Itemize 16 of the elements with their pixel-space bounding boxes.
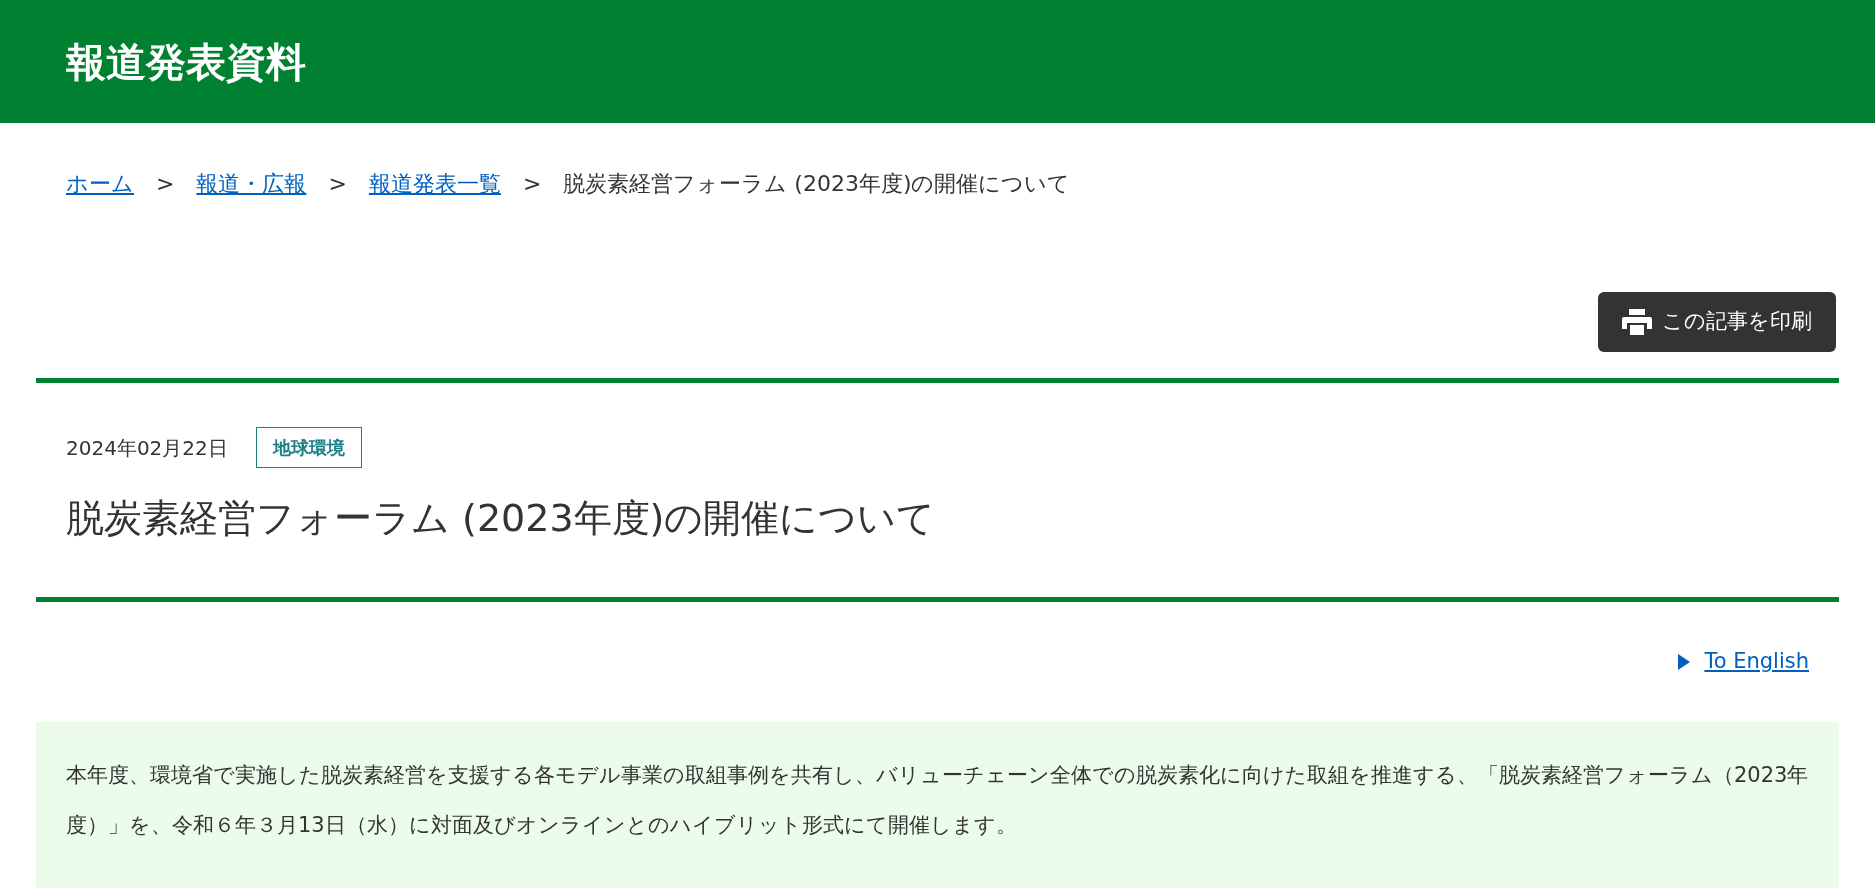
breadcrumb-separator: >: [522, 170, 542, 198]
breadcrumb-link[interactable]: 報道発表一覧: [368, 167, 501, 200]
breadcrumb-separator: >: [156, 170, 175, 198]
triangle-icon: [1678, 653, 1691, 670]
article-title: 脱炭素経営フォーラム (2023年度)の開催について: [66, 495, 937, 542]
print-button[interactable]: この記事を印刷: [1598, 292, 1836, 352]
summary-text: 本年度、環境省で実施した脱炭素経営を支援する各モデル事業の取組事例を共有し、バリューチェーン全体での脱炭素化に向けた取組を推進する、「脱炭素経営フォーラム（2023年度）」を、令和６年３月13日（水）に対面及びオンラインとのハイブリット形式にて開催します。: [66, 761, 1809, 839]
article-date: 2024年02月22日: [66, 434, 228, 462]
breadcrumb-current: 脱炭素経営フォーラム (2023年度)の開催について: [563, 170, 1071, 198]
category-tag: 地球環境: [255, 427, 362, 468]
language-link[interactable]: To English: [1678, 646, 1809, 678]
print-icon: [1622, 309, 1652, 335]
breadcrumb-link[interactable]: ホーム: [66, 167, 134, 200]
breadcrumb-link[interactable]: 報道・広報: [196, 167, 307, 200]
breadcrumb-separator: >: [328, 170, 347, 198]
page-heading: 報道発表資料: [66, 37, 306, 87]
